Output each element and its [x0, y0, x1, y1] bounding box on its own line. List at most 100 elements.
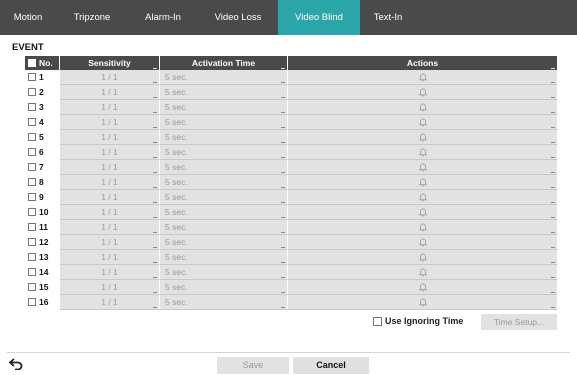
sensitivity-cell[interactable]: 1 / 1: [60, 160, 160, 175]
row-checkbox[interactable]: [28, 148, 36, 156]
tab-video-blind[interactable]: Video Blind: [278, 0, 360, 35]
activation-time-cell[interactable]: 5 sec.: [160, 220, 288, 235]
row-checkbox[interactable]: [28, 223, 36, 231]
select-all-checkbox[interactable]: [28, 59, 36, 67]
actions-cell[interactable]: [288, 160, 558, 175]
row-checkbox[interactable]: [28, 118, 36, 126]
header-sensitivity[interactable]: Sensitivity: [60, 56, 160, 70]
column-menu-icon[interactable]: [281, 68, 285, 69]
sensitivity-value: 1 / 1: [101, 222, 118, 232]
activation-time-cell[interactable]: 5 sec.: [160, 205, 288, 220]
activation-time-cell[interactable]: 5 sec.: [160, 115, 288, 130]
activation-time-cell[interactable]: 5 sec.: [160, 160, 288, 175]
activation-time-cell[interactable]: 5 sec.: [160, 175, 288, 190]
column-menu-icon[interactable]: [153, 68, 157, 69]
actions-cell[interactable]: [288, 175, 558, 190]
dropdown-mark-icon: [153, 127, 157, 128]
activation-time-cell[interactable]: 5 sec.: [160, 85, 288, 100]
sensitivity-cell[interactable]: 1 / 1: [60, 220, 160, 235]
actions-cell[interactable]: [288, 85, 558, 100]
sensitivity-cell[interactable]: 1 / 1: [60, 100, 160, 115]
dropdown-mark-icon: [551, 277, 555, 278]
row-checkbox[interactable]: [28, 208, 36, 216]
actions-cell[interactable]: [288, 145, 558, 160]
row-checkbox[interactable]: [28, 103, 36, 111]
sensitivity-cell[interactable]: 1 / 1: [60, 115, 160, 130]
activation-time-cell[interactable]: 5 sec.: [160, 130, 288, 145]
row-number-cell: 10: [25, 205, 60, 220]
actions-cell[interactable]: [288, 295, 558, 310]
header-actions[interactable]: Actions: [288, 56, 558, 70]
tab-alarm-in[interactable]: Alarm-In: [128, 0, 198, 35]
tab-video-loss[interactable]: Video Loss: [198, 0, 278, 35]
activation-time-cell[interactable]: 5 sec.: [160, 190, 288, 205]
actions-cell[interactable]: [288, 265, 558, 280]
sensitivity-cell[interactable]: 1 / 1: [60, 85, 160, 100]
tab-bar: Motion Tripzone Alarm-In Video Loss Vide…: [0, 0, 577, 35]
activation-time-cell[interactable]: 5 sec.: [160, 235, 288, 250]
bell-icon: [418, 178, 427, 187]
activation-time-value: 5 sec.: [165, 147, 188, 157]
row-checkbox[interactable]: [28, 298, 36, 306]
cancel-button[interactable]: Cancel: [293, 357, 369, 374]
sensitivity-cell[interactable]: 1 / 1: [60, 130, 160, 145]
sensitivity-cell[interactable]: 1 / 1: [60, 70, 160, 85]
actions-cell[interactable]: [288, 250, 558, 265]
sensitivity-value: 1 / 1: [101, 102, 118, 112]
sensitivity-cell[interactable]: 1 / 1: [60, 280, 160, 295]
row-checkbox[interactable]: [28, 253, 36, 261]
dropdown-mark-icon: [281, 307, 285, 308]
row-checkbox[interactable]: [28, 133, 36, 141]
actions-cell[interactable]: [288, 130, 558, 145]
activation-time-cell[interactable]: 5 sec.: [160, 100, 288, 115]
row-checkbox[interactable]: [28, 238, 36, 246]
actions-cell[interactable]: [288, 100, 558, 115]
sensitivity-cell[interactable]: 1 / 1: [60, 265, 160, 280]
save-button[interactable]: Save: [217, 357, 289, 374]
activation-time-cell[interactable]: 5 sec.: [160, 250, 288, 265]
actions-cell[interactable]: [288, 235, 558, 250]
time-setup-button[interactable]: Time Setup...: [481, 314, 557, 330]
row-number: 7: [39, 162, 44, 172]
table-row: 7 1 / 1 5 sec.: [25, 160, 558, 175]
column-menu-icon[interactable]: [551, 68, 555, 69]
row-number: 9: [39, 192, 44, 202]
row-checkbox[interactable]: [28, 283, 36, 291]
bell-icon: [418, 118, 427, 127]
activation-time-cell[interactable]: 5 sec.: [160, 295, 288, 310]
sensitivity-cell[interactable]: 1 / 1: [60, 250, 160, 265]
table-row: 3 1 / 1 5 sec.: [25, 100, 558, 115]
bell-icon: [418, 103, 427, 112]
activation-time-cell[interactable]: 5 sec.: [160, 70, 288, 85]
actions-cell[interactable]: [288, 115, 558, 130]
back-arrow-icon[interactable]: [9, 358, 23, 370]
row-checkbox[interactable]: [28, 88, 36, 96]
activation-time-cell[interactable]: 5 sec.: [160, 280, 288, 295]
actions-cell[interactable]: [288, 220, 558, 235]
sensitivity-cell[interactable]: 1 / 1: [60, 205, 160, 220]
tab-motion[interactable]: Motion: [0, 0, 56, 35]
row-number-cell: 14: [25, 265, 60, 280]
sensitivity-cell[interactable]: 1 / 1: [60, 190, 160, 205]
actions-cell[interactable]: [288, 205, 558, 220]
sensitivity-cell[interactable]: 1 / 1: [60, 235, 160, 250]
sensitivity-cell[interactable]: 1 / 1: [60, 295, 160, 310]
activation-time-cell[interactable]: 5 sec.: [160, 145, 288, 160]
actions-cell[interactable]: [288, 190, 558, 205]
row-checkbox[interactable]: [28, 73, 36, 81]
actions-cell[interactable]: [288, 280, 558, 295]
table-body: 1 1 / 1 5 sec. 2 1 / 1 5 sec. 3 1 / 1 5 sec. 4 1 /…: [25, 70, 558, 310]
row-checkbox[interactable]: [28, 178, 36, 186]
use-ignoring-time[interactable]: Use Ignoring Time: [373, 316, 463, 326]
actions-cell[interactable]: [288, 70, 558, 85]
tab-text-in[interactable]: Text-In: [360, 0, 416, 35]
row-checkbox[interactable]: [28, 163, 36, 171]
header-activation-time[interactable]: Activation Time: [160, 56, 288, 70]
use-ignoring-time-checkbox[interactable]: [373, 316, 382, 326]
row-checkbox[interactable]: [28, 193, 36, 201]
sensitivity-cell[interactable]: 1 / 1: [60, 145, 160, 160]
sensitivity-cell[interactable]: 1 / 1: [60, 175, 160, 190]
row-checkbox[interactable]: [28, 268, 36, 276]
activation-time-cell[interactable]: 5 sec.: [160, 265, 288, 280]
tab-tripzone[interactable]: Tripzone: [56, 0, 128, 35]
